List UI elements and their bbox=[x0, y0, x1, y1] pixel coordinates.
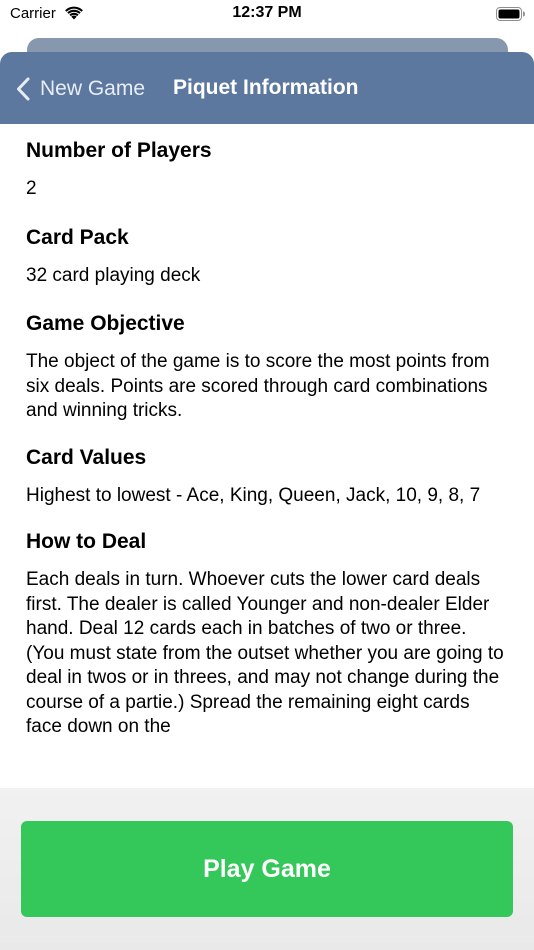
bottom-action-area: Play Game bbox=[0, 788, 534, 950]
section-body: The object of the game is to score the m… bbox=[26, 351, 490, 421]
section-body: 2 bbox=[26, 178, 37, 199]
section-heading: Card Values bbox=[26, 445, 147, 469]
status-bar: Carrier 12:37 PM bbox=[0, 0, 534, 30]
section-body: Each deals in turn. Whoever cuts the low… bbox=[26, 569, 504, 737]
back-button-label: New Game bbox=[40, 77, 146, 100]
chevron-left-icon bbox=[17, 77, 30, 101]
page-title: Piquet Information bbox=[173, 76, 359, 99]
section-number-of-players: Number of Players 2 bbox=[0, 124, 534, 202]
section-heading: Number of Players bbox=[26, 139, 212, 162]
back-button[interactable]: New Game bbox=[16, 74, 145, 104]
info-content[interactable]: Number of Players 2 Card Pack 32 card pl… bbox=[0, 124, 534, 788]
section-heading: Game Objective bbox=[26, 312, 185, 335]
section-body: 32 card playing deck bbox=[26, 264, 201, 286]
play-game-button[interactable]: Play Game bbox=[21, 821, 513, 917]
section-game-objective: Game Objective The object of the game is… bbox=[0, 288, 534, 424]
section-heading: Card Pack bbox=[26, 225, 129, 249]
battery-icon bbox=[496, 7, 525, 21]
section-card-values: Card Values Highest to lowest - Ace, Kin… bbox=[0, 424, 534, 509]
section-how-to-deal: How to Deal Each deals in turn. Whoever … bbox=[0, 508, 534, 740]
section-heading: How to Deal bbox=[26, 530, 147, 553]
navigation-bar: New Game Piquet Information bbox=[0, 52, 534, 124]
status-time: 12:37 PM bbox=[232, 4, 302, 21]
section-body: Highest to lowest - Ace, King, Queen, Ja… bbox=[26, 484, 481, 506]
section-card-pack: Card Pack 32 card playing deck bbox=[0, 202, 534, 289]
